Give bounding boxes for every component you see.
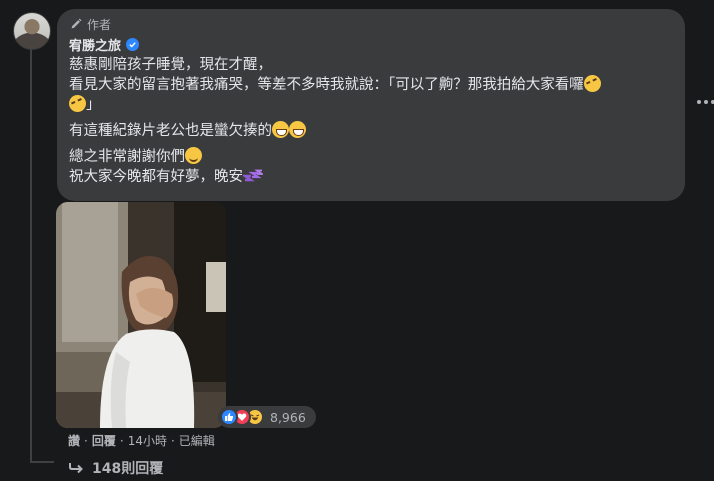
reactions-summary[interactable]: 8,966 [218,406,316,428]
replies-label[interactable]: 148則回覆 [92,458,163,478]
thread-line [30,48,32,463]
rofl-emoji-icon [580,72,604,95]
separator-dot: · [84,433,88,448]
timestamp-link[interactable]: 14小時 [128,432,167,449]
avatar[interactable] [13,12,51,50]
comment-text-line: 有這種紀錄片老公也是蠻欠揍的 [69,121,673,141]
reaction-count: 8,966 [270,409,306,425]
verified-icon [126,38,140,51]
pencil-icon [71,18,82,29]
thread-line-connector [30,461,54,463]
grin-emoji-icon [289,121,306,138]
comment-text-line: 慈惠剛陪孩子睡覺，現在才醒， 看見大家的留言抱著我痛哭，等差不多時我就說：「可以… [66,55,673,115]
author-tag: 作者 [87,17,112,32]
author-name[interactable]: 宥勝之旅 [69,35,121,54]
grin-emoji-icon [272,121,289,138]
separator-dot: · [119,433,124,448]
like-icon [220,408,238,426]
comment-bubble: 作者 宥勝之旅 慈惠剛陪孩子睡覺，現在才醒， 看見大家的留言抱著我痛哭，等差不多… [57,9,685,201]
separator-dot: · [170,433,175,448]
comment-actions: 讚 · 回覆 · 14小時 · 已編輯 [68,432,215,449]
more-options-icon[interactable] [697,100,714,106]
reply-arrow-icon [69,463,83,474]
comment-text-line: 總之非常謝謝你們 祝大家今晚都有好夢，晚安 [69,147,673,187]
zzz-emoji-icon [243,169,263,182]
blush-emoji-icon [185,147,202,164]
author-badge: 作者 [69,15,673,33]
reply-button[interactable]: 回覆 [92,432,116,449]
like-button[interactable]: 讚 [68,432,80,449]
view-replies-button[interactable]: 148則回覆 [68,458,163,478]
comment-photo[interactable] [56,202,226,428]
edited-label[interactable]: 已編輯 [179,432,215,449]
